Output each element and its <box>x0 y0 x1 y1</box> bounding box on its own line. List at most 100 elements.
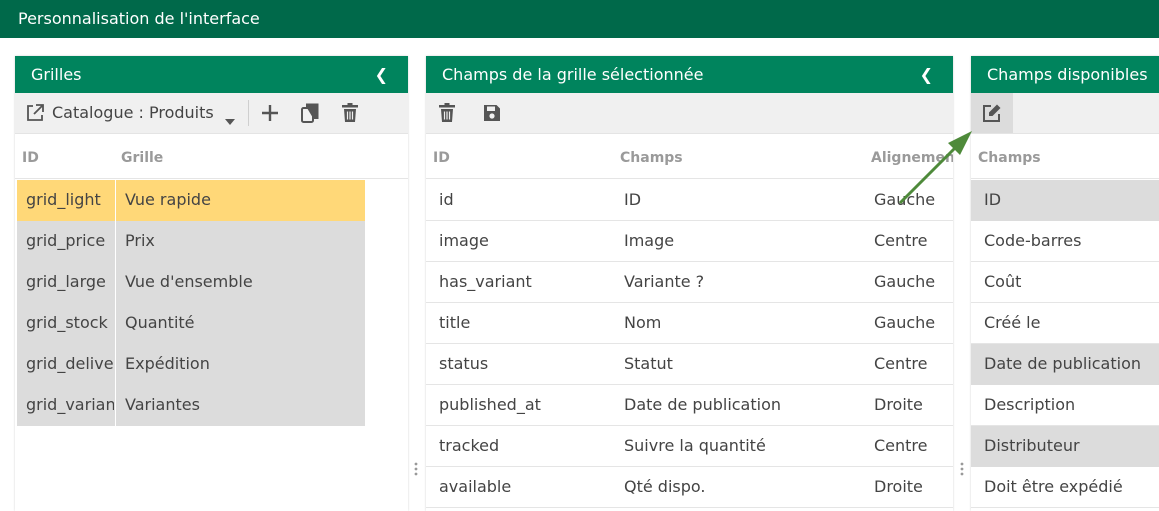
available-panel-title: Champs disponibles <box>987 65 1148 84</box>
cell-divider <box>115 262 116 303</box>
column-header-id[interactable]: ID <box>433 150 450 166</box>
field-align-cell: Gauche <box>874 272 936 291</box>
table-row[interactable]: grid_light Vue rapide <box>17 180 365 221</box>
grids-table-header: ID Grille <box>15 134 408 179</box>
available-field-label: Description <box>984 395 1076 414</box>
grids-panel-header: Grilles ❮ <box>15 56 408 93</box>
table-row[interactable]: grid_price Prix <box>17 221 365 262</box>
field-align-cell: Droite <box>874 395 923 414</box>
available-field-label: ID <box>984 190 1002 209</box>
panel-resize-handle[interactable] <box>412 460 420 480</box>
available-field-label: Distributeur <box>984 436 1080 455</box>
collapse-chevron-icon[interactable]: ❮ <box>375 56 388 93</box>
table-row[interactable]: available Qté dispo. Droite <box>426 467 953 508</box>
field-align-cell: Gauche <box>874 190 936 209</box>
list-item[interactable]: ID <box>971 180 1159 221</box>
column-header-champs[interactable]: Champs <box>978 150 1041 166</box>
cell-divider <box>115 180 116 221</box>
table-row[interactable]: id ID Gauche <box>426 180 953 221</box>
available-table-header: Champs <box>971 134 1159 179</box>
table-row[interactable]: grid_delivery Expédition <box>17 344 365 385</box>
list-item[interactable]: Date de publication <box>971 344 1159 385</box>
table-row[interactable]: grid_large Vue d'ensemble <box>17 262 365 303</box>
fields-table-body: id ID Gauche image Image Centre has_vari… <box>426 180 953 508</box>
grid-selector-value: Catalogue : Produits <box>52 103 214 122</box>
field-id-cell: id <box>439 190 454 209</box>
list-item[interactable]: Code-barres <box>971 221 1159 262</box>
grid-id-cell: grid_light <box>26 190 101 209</box>
field-align-cell: Centre <box>874 436 928 455</box>
field-id-cell: image <box>439 231 489 250</box>
field-align-cell: Droite <box>874 477 923 496</box>
fields-panel-title: Champs de la grille sélectionnée <box>442 65 704 84</box>
copy-icon <box>301 103 319 123</box>
grid-name-cell: Vue d'ensemble <box>125 272 253 291</box>
chevron-down-icon[interactable] <box>225 110 235 129</box>
field-id-cell: published_at <box>439 395 541 414</box>
list-item[interactable]: Description <box>971 385 1159 426</box>
cell-divider <box>115 385 116 426</box>
available-field-label: Date de publication <box>984 354 1142 373</box>
table-row[interactable]: grid_stock Quantité <box>17 303 365 344</box>
field-id-cell: has_variant <box>439 272 532 291</box>
cell-divider <box>115 344 116 385</box>
field-align-cell: Centre <box>874 231 928 250</box>
panel-resize-handle[interactable] <box>958 460 966 480</box>
field-name-cell: ID <box>624 190 642 209</box>
field-name-cell: Image <box>624 231 675 250</box>
fields-table-header: ID Champs Alignement <box>426 134 953 179</box>
column-header-champs[interactable]: Champs <box>620 150 683 166</box>
field-name-cell: Nom <box>624 313 662 332</box>
table-row[interactable]: published_at Date de publication Droite <box>426 385 953 426</box>
table-row[interactable]: status Statut Centre <box>426 344 953 385</box>
copy-grid-button[interactable] <box>295 98 325 128</box>
save-icon <box>483 104 501 122</box>
edit-field-button[interactable] <box>971 93 1013 133</box>
cell-divider <box>115 303 116 344</box>
field-name-cell: Suivre la quantité <box>624 436 766 455</box>
field-align-cell: Centre <box>874 354 928 373</box>
table-row[interactable]: tracked Suivre la quantité Centre <box>426 426 953 467</box>
table-row[interactable]: image Image Centre <box>426 221 953 262</box>
add-grid-button[interactable] <box>255 98 285 128</box>
column-header-alignement[interactable]: Alignement <box>871 150 953 166</box>
list-item[interactable]: Distributeur <box>971 426 1159 467</box>
fields-toolbar <box>426 93 953 134</box>
field-id-cell: tracked <box>439 436 500 455</box>
trash-icon <box>438 103 456 123</box>
grids-panel-title: Grilles <box>31 65 82 84</box>
grid-id-cell: grid_price <box>26 231 106 250</box>
grid-name-cell: Variantes <box>125 395 200 414</box>
table-row[interactable]: grid_variants Variantes <box>17 385 365 426</box>
field-id-cell: available <box>439 477 512 496</box>
table-row[interactable]: has_variant Variante ? Gauche <box>426 262 953 303</box>
list-item[interactable]: Coût <box>971 262 1159 303</box>
delete-grid-button[interactable] <box>335 98 365 128</box>
field-id-cell: status <box>439 354 489 373</box>
edit-icon <box>982 103 1002 123</box>
table-row[interactable]: title Nom Gauche <box>426 303 953 344</box>
delete-field-button[interactable] <box>432 98 462 128</box>
field-align-cell: Gauche <box>874 313 936 332</box>
available-table-body: ID Code-barres Coût Créé le Date de publ… <box>971 180 1159 508</box>
available-panel-header: Champs disponibles <box>971 56 1159 93</box>
column-header-grille[interactable]: Grille <box>121 150 163 166</box>
field-name-cell: Qté dispo. <box>624 477 706 496</box>
list-item[interactable]: Doit être expédié <box>971 467 1159 508</box>
open-external-icon[interactable] <box>25 103 45 127</box>
column-header-id[interactable]: ID <box>22 150 39 166</box>
available-toolbar <box>971 93 1159 134</box>
grid-selector[interactable]: Catalogue : Produits <box>23 93 241 133</box>
save-button[interactable] <box>477 98 507 128</box>
list-item[interactable]: Créé le <box>971 303 1159 344</box>
cell-divider <box>115 221 116 262</box>
grid-name-cell: Prix <box>125 231 155 250</box>
fields-panel: Champs de la grille sélectionnée ❮ ID Ch… <box>426 56 953 511</box>
collapse-chevron-icon[interactable]: ❮ <box>920 56 933 93</box>
fields-panel-header: Champs de la grille sélectionnée ❮ <box>426 56 953 93</box>
available-field-label: Coût <box>984 272 1022 291</box>
grids-panel: Grilles ❮ Catalogue : Produits ID Grille <box>15 56 408 511</box>
field-name-cell: Variante ? <box>624 272 705 291</box>
available-field-label: Doit être expédié <box>984 477 1123 496</box>
trash-icon <box>341 103 359 123</box>
